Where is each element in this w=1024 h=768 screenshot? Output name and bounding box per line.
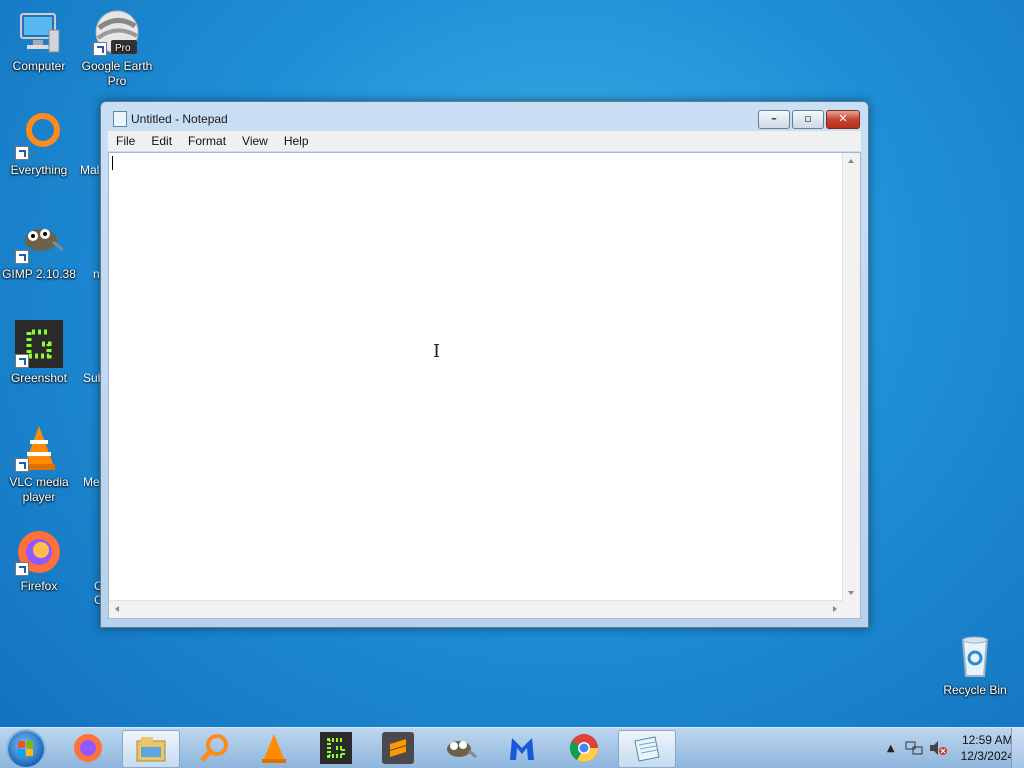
notepad-icon [113, 111, 127, 127]
shortcut-arrow-icon [15, 354, 29, 368]
partial-desktop-label: Mal [80, 163, 100, 177]
shortcut-arrow-icon [15, 250, 29, 264]
desktop-icon-label: Firefox [20, 579, 58, 593]
taskbar-notepad[interactable] [618, 730, 676, 768]
partial-desktop-label: Me [83, 475, 100, 489]
desktop-icon-label: VLC media player [9, 475, 69, 504]
chrome-icon [570, 734, 598, 762]
text-caret [112, 156, 113, 170]
desktop-icon-label: GIMP 2.10.38 [2, 267, 76, 281]
desktop-icon-label: Recycle Bin [943, 683, 1007, 697]
maximize-icon: ▫ [804, 112, 812, 125]
partial-desktop-label: n [93, 267, 100, 281]
windows-logo-icon [18, 741, 33, 756]
malwarebytes-icon [510, 738, 534, 760]
desktop-icon-google-earth-pro[interactable]: Pro Google Earth Pro [78, 8, 156, 89]
clock[interactable]: 12:59 AM 12/3/2024 [961, 732, 1014, 764]
recycle-bin-icon [951, 632, 999, 680]
vlc-icon [15, 424, 63, 472]
horizontal-scrollbar[interactable] [109, 600, 843, 618]
everything-search-icon [200, 734, 228, 762]
firefox-icon [15, 528, 63, 576]
desktop-icon-label: Everything [10, 163, 68, 177]
network-icon[interactable] [905, 740, 923, 756]
ibeam-cursor-icon: I [433, 341, 441, 362]
maximize-button[interactable]: ▫ [792, 110, 824, 129]
computer-icon [15, 8, 63, 56]
menu-format[interactable]: Format [180, 134, 234, 148]
window-title: Untitled - Notepad [131, 112, 228, 126]
notepad-window[interactable]: Untitled - Notepad – ▫ ✕ File Edit Forma… [100, 101, 869, 628]
volume-muted-icon[interactable] [929, 740, 947, 756]
taskbar-chrome[interactable] [556, 730, 612, 766]
everything-icon [15, 112, 63, 160]
taskbar-file-explorer[interactable] [122, 730, 180, 768]
desktop-icon-computer[interactable]: Computer [0, 8, 78, 74]
menu-file[interactable]: File [108, 134, 143, 148]
taskbar-everything[interactable] [186, 730, 242, 766]
vertical-scrollbar[interactable] [842, 153, 860, 601]
start-button[interactable] [8, 731, 44, 767]
minimize-icon: – [771, 112, 777, 125]
shortcut-arrow-icon [93, 42, 107, 56]
clock-time: 12:59 AM [961, 733, 1013, 747]
scroll-left-icon[interactable] [115, 606, 119, 612]
greenshot-icon [15, 320, 63, 368]
desktop-icon-firefox[interactable]: Firefox [0, 528, 78, 594]
desktop-icon-label: Greenshot [10, 371, 68, 385]
desktop-icon-label: Computer [12, 59, 66, 73]
shortcut-arrow-icon [15, 458, 29, 472]
shortcut-arrow-icon [15, 146, 29, 160]
scroll-right-icon[interactable] [833, 606, 837, 612]
taskbar: ▲ 12:59 AM 12/3/2024 [0, 727, 1024, 768]
text-editor-area[interactable]: I [108, 152, 861, 619]
menu-bar: File Edit Format View Help [108, 131, 861, 151]
sublime-text-icon [382, 732, 414, 764]
desktop-icon-greenshot[interactable]: Greenshot [0, 320, 78, 386]
menu-edit[interactable]: Edit [143, 134, 180, 148]
minimize-button[interactable]: – [758, 110, 790, 129]
taskbar-malwarebytes[interactable] [494, 730, 550, 766]
menu-help[interactable]: Help [276, 134, 317, 148]
shortcut-arrow-icon [15, 562, 29, 576]
taskbar-firefox[interactable] [60, 730, 116, 766]
file-explorer-icon [136, 737, 166, 762]
pro-badge: Pro [115, 43, 131, 54]
menu-view[interactable]: View [234, 134, 276, 148]
firefox-icon [74, 734, 102, 762]
greenshot-icon [320, 732, 352, 764]
system-tray: ▲ 12:59 AM 12/3/2024 [887, 728, 1014, 768]
vlc-icon [262, 734, 286, 763]
taskbar-greenshot[interactable] [308, 730, 364, 766]
taskbar-gimp[interactable] [432, 730, 488, 766]
gimp-icon [15, 216, 64, 264]
google-earth-icon: Pro [93, 8, 141, 56]
desktop-icon-everything[interactable]: Everything [0, 112, 78, 178]
taskbar-sublime-text[interactable] [370, 730, 426, 766]
desktop-icon-vlc[interactable]: VLC media player [0, 424, 78, 505]
desktop-icon-gimp[interactable]: GIMP 2.10.38 [0, 216, 78, 282]
show-hidden-icons-icon[interactable]: ▲ [887, 743, 895, 754]
desktop-icon-label: Google Earth Pro [81, 59, 153, 88]
show-desktop-button[interactable] [1011, 728, 1024, 768]
notepad-icon [634, 736, 660, 762]
clock-date: 12/3/2024 [960, 749, 1014, 763]
resize-grip[interactable] [843, 601, 860, 618]
close-icon: ✕ [838, 112, 848, 125]
taskbar-vlc[interactable] [246, 730, 302, 766]
close-button[interactable]: ✕ [826, 110, 860, 129]
scroll-down-icon[interactable] [848, 591, 854, 595]
desktop-icon-recycle-bin[interactable]: Recycle Bin [936, 632, 1014, 698]
gimp-icon [447, 741, 477, 759]
title-bar[interactable]: Untitled - Notepad – ▫ ✕ [101, 102, 868, 132]
scroll-up-icon[interactable] [848, 159, 854, 163]
